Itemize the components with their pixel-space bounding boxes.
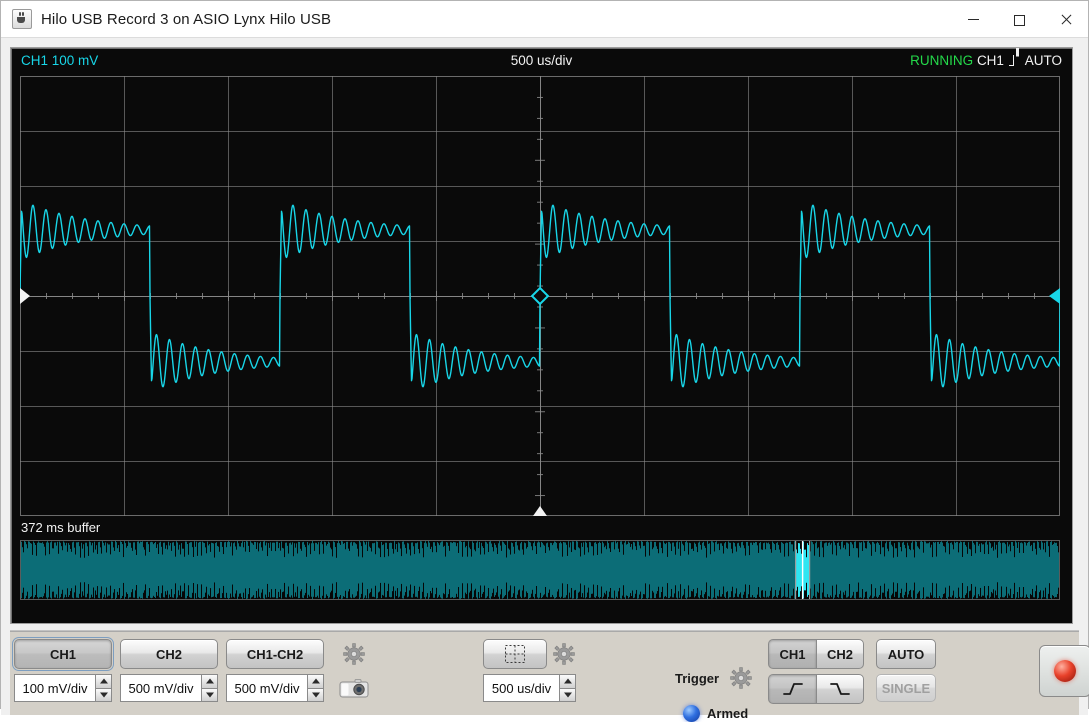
ch1-scale-readout: CH1 100 mV bbox=[21, 53, 99, 68]
trigger-source-toggle[interactable]: CH1 CH2 bbox=[768, 639, 864, 669]
title-bar: Hilo USB Record 3 on ASIO Lynx Hilo USB bbox=[1, 1, 1088, 38]
control-bar: CH1 CH2 CH1-CH2 100 mV/div 500 mV/div 50… bbox=[10, 630, 1089, 722]
timebase-readout: 500 us/div bbox=[510, 53, 573, 68]
spinner-arrows bbox=[307, 674, 324, 702]
trigger-mode-auto-button[interactable]: AUTO bbox=[876, 639, 936, 669]
java-coffee-cup-icon bbox=[12, 9, 32, 29]
window-body: CH1 100 mV 500 us/div RUNNING CH1 AUTO 3… bbox=[1, 38, 1089, 722]
timebase-spinner[interactable]: 500 us/div bbox=[483, 674, 576, 702]
waveform-svg bbox=[20, 76, 1060, 516]
rising-edge-icon bbox=[782, 683, 803, 695]
spinner-up-icon[interactable] bbox=[559, 674, 576, 688]
window-title: Hilo USB Record 3 on ASIO Lynx Hilo USB bbox=[41, 10, 332, 28]
source-button-ch2[interactable]: CH2 bbox=[120, 639, 218, 669]
trigger-slope-toggle[interactable] bbox=[768, 674, 864, 704]
window-controls bbox=[950, 1, 1088, 37]
close-icon bbox=[1060, 14, 1071, 25]
falling-edge-icon bbox=[830, 683, 850, 695]
volts-per-div-spinner-ch2[interactable]: 500 mV/div bbox=[120, 674, 218, 702]
volts-per-div-spinner-ch1[interactable]: 100 mV/div bbox=[14, 674, 112, 702]
oscilloscope-window: Hilo USB Record 3 on ASIO Lynx Hilo USB … bbox=[0, 0, 1089, 722]
armed-label: Armed bbox=[707, 706, 749, 721]
trigger-slope-rising[interactable] bbox=[768, 674, 816, 704]
gear-icon[interactable] bbox=[553, 643, 575, 665]
record-led-icon bbox=[1054, 660, 1076, 682]
run-status-text: RUNNING bbox=[910, 53, 974, 68]
minimize-button[interactable] bbox=[950, 1, 996, 37]
gear-icon[interactable] bbox=[730, 667, 752, 689]
trigger-source-ch2[interactable]: CH2 bbox=[816, 639, 864, 669]
spinner-arrows bbox=[201, 674, 218, 702]
scope-display-panel[interactable]: CH1 100 mV 500 us/div RUNNING CH1 AUTO 3… bbox=[10, 47, 1073, 624]
trigger-source-text: CH1 bbox=[976, 53, 1004, 68]
spinner-up-icon[interactable] bbox=[95, 674, 112, 688]
volts-per-div-value-ch2[interactable]: 500 mV/div bbox=[120, 674, 201, 702]
volts-per-div-value-ch1[interactable]: 100 mV/div bbox=[14, 674, 95, 702]
buffer-trace bbox=[21, 541, 1059, 599]
trigger-section-label: Trigger bbox=[675, 671, 720, 686]
armed-led bbox=[683, 705, 700, 722]
status-readout: RUNNING CH1 AUTO bbox=[910, 53, 1062, 68]
record-button[interactable] bbox=[1039, 645, 1089, 697]
source-button-ch1-minus-ch2[interactable]: CH1-CH2 bbox=[226, 639, 324, 669]
spinner-arrows bbox=[559, 674, 576, 702]
spinner-down-icon[interactable] bbox=[307, 687, 324, 702]
scope-header: CH1 100 mV 500 us/div RUNNING CH1 AUTO bbox=[11, 48, 1072, 76]
grid-toggle-button[interactable] bbox=[483, 639, 547, 669]
trigger-mode-single-button[interactable]: SINGLE bbox=[876, 674, 936, 702]
camera-icon[interactable] bbox=[339, 677, 369, 699]
gear-icon[interactable] bbox=[343, 643, 365, 665]
maximize-icon bbox=[1013, 14, 1025, 26]
spinner-up-icon[interactable] bbox=[307, 674, 324, 688]
grid-crosshair-icon bbox=[505, 645, 525, 663]
maximize-button[interactable] bbox=[996, 1, 1042, 37]
timebase-value[interactable]: 500 us/div bbox=[483, 674, 559, 702]
buffer-overview-strip[interactable] bbox=[20, 540, 1060, 600]
trigger-source-ch1[interactable]: CH1 bbox=[768, 639, 816, 669]
volts-per-div-value-ch1-minus-ch2[interactable]: 500 mV/div bbox=[226, 674, 307, 702]
waveform-grid[interactable] bbox=[20, 76, 1060, 516]
spinner-up-icon[interactable] bbox=[201, 674, 218, 688]
close-button[interactable] bbox=[1042, 1, 1088, 37]
source-button-ch1[interactable]: CH1 bbox=[12, 637, 114, 671]
rising-edge-icon bbox=[1008, 55, 1021, 66]
spinner-down-icon[interactable] bbox=[559, 687, 576, 702]
spinner-down-icon[interactable] bbox=[95, 687, 112, 702]
spinner-down-icon[interactable] bbox=[201, 687, 218, 702]
buffer-length-label: 372 ms buffer bbox=[21, 520, 101, 535]
trigger-slope-falling[interactable] bbox=[816, 674, 864, 704]
volts-per-div-spinner-ch1-minus-ch2[interactable]: 500 mV/div bbox=[226, 674, 324, 702]
spinner-arrows bbox=[95, 674, 112, 702]
buffer-svg bbox=[21, 541, 1059, 599]
trigger-mode-text: AUTO bbox=[1024, 53, 1062, 68]
minimize-icon bbox=[967, 14, 979, 25]
